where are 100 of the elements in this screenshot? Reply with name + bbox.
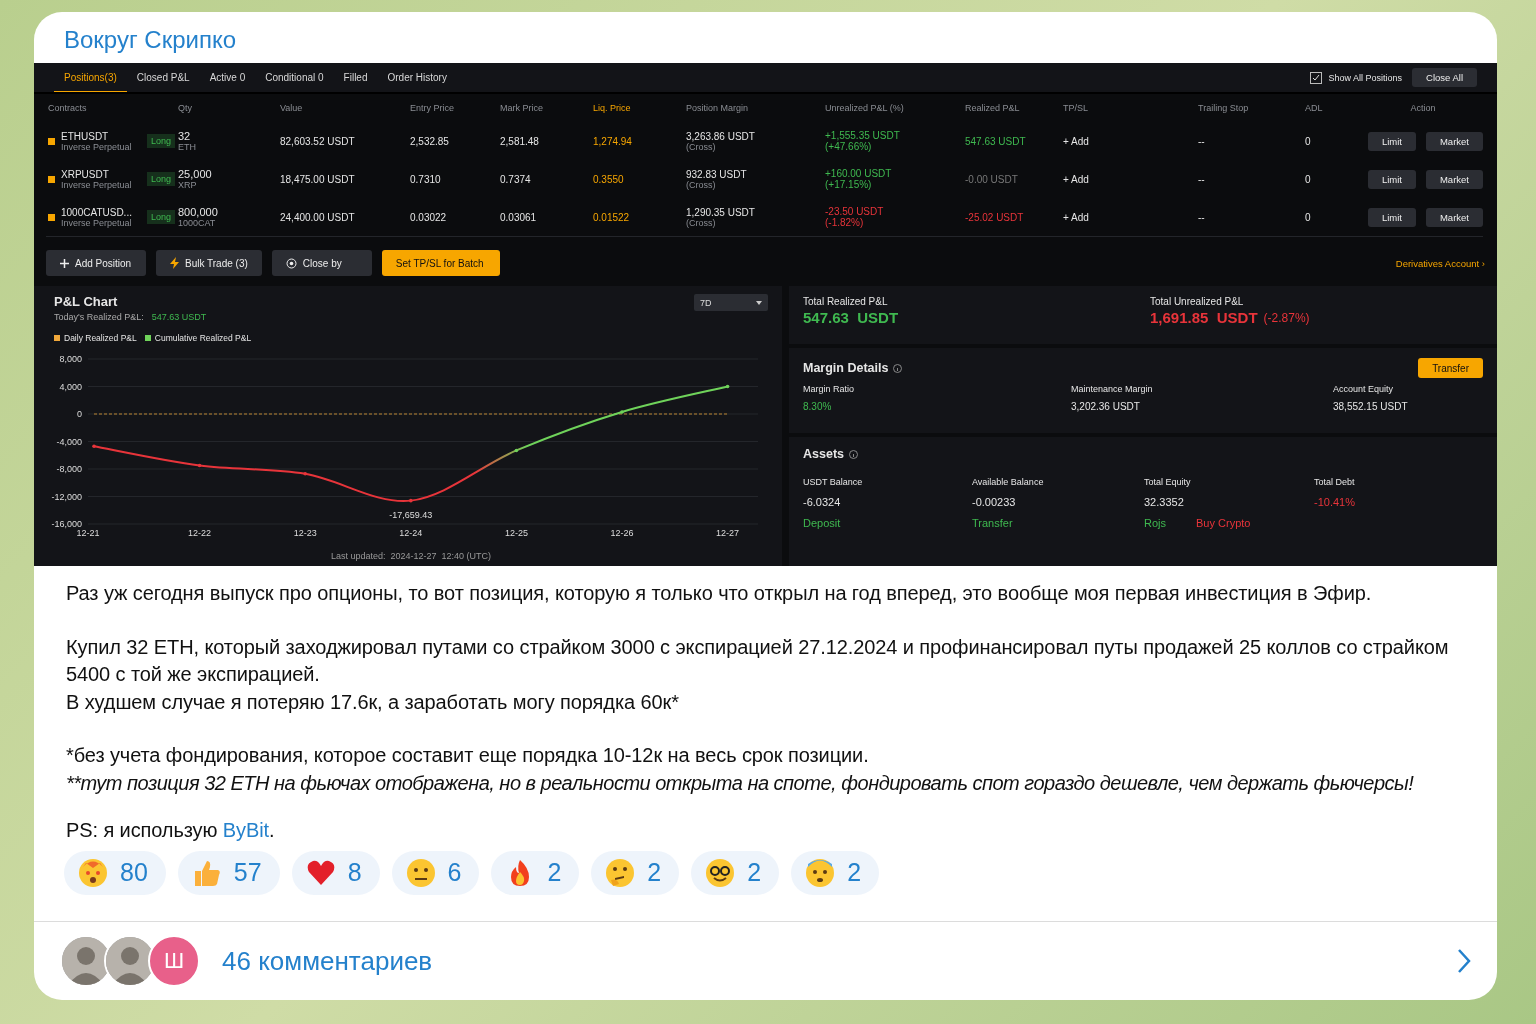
axis-tick-label: 12-23 — [293, 528, 317, 538]
glasses-face-emoji-icon — [705, 857, 736, 888]
order-button[interactable]: Limit — [1367, 169, 1416, 189]
checkbox[interactable] — [1310, 71, 1323, 84]
add-link[interactable]: + Add — [1063, 135, 1196, 147]
tab[interactable]: Positions(3) — [54, 63, 127, 92]
today-pnl-value: 547.63 USDT — [151, 312, 207, 322]
field-label: Account Equity — [1333, 384, 1395, 394]
field-label: Available Balance — [972, 477, 1045, 487]
table-cell-text: -- — [1198, 211, 1206, 223]
legend-label: Daily Realized P&L — [64, 333, 137, 343]
order-button[interactable]: Market — [1425, 131, 1483, 151]
contract-type: Inverse Perpetual — [61, 217, 133, 228]
close-all-button[interactable]: Close All — [1412, 68, 1477, 87]
contract-type: Inverse Perpetual — [61, 179, 133, 190]
field-value: 3,202.36 USDT — [1071, 401, 1141, 412]
toolbar-button[interactable]: Close by — [271, 250, 372, 276]
column-header: Realized P&L — [965, 103, 1020, 113]
bybit-link[interactable]: ByBit — [222, 819, 270, 841]
field-value: -0.00233 — [972, 496, 1016, 508]
field-value: 32.3352 — [1144, 496, 1184, 508]
table-cell-text: 800,000 — [178, 206, 219, 218]
chevron-right-icon[interactable] — [1457, 948, 1471, 974]
reaction-button[interactable]: 8 — [291, 850, 380, 895]
action-link[interactable]: Buy Crypto — [1196, 517, 1251, 529]
comments-link[interactable]: 46 комментариев — [222, 945, 433, 977]
order-button[interactable]: Market — [1425, 207, 1483, 227]
total-change: (-2.87%) — [1263, 310, 1310, 325]
action-link[interactable]: Rojs — [1144, 517, 1166, 529]
section-title: Assets — [803, 447, 844, 461]
table-cell-text: 0.03061 — [500, 211, 538, 223]
table-cell-text: +160.00 USDT — [825, 168, 893, 179]
column-header: Mark Price — [500, 103, 543, 113]
tab[interactable]: Order History — [377, 63, 457, 92]
anxious-face-emoji-icon — [805, 857, 836, 888]
reaction-button[interactable]: 2 — [591, 850, 680, 895]
caret-icon — [756, 300, 762, 305]
column-header: ADL — [1305, 103, 1323, 113]
side-tag: Long — [147, 210, 176, 224]
reaction-button[interactable]: 80 — [64, 850, 166, 895]
table-cell-text: 2,532.85 — [410, 135, 450, 147]
toolbar-button[interactable]: Set TP/SL for Batch — [381, 250, 500, 276]
order-button[interactable]: Limit — [1367, 207, 1416, 227]
column-header: Action — [1410, 103, 1436, 113]
contract-name: ETHUSDT — [61, 130, 110, 142]
period-dropdown[interactable]: 7D — [694, 294, 768, 311]
axis-tick-label: -16,000 — [51, 519, 82, 529]
bullet-icon — [48, 137, 55, 145]
reaction-button[interactable]: 57 — [177, 850, 280, 895]
table-cell-text: 82,603.52 USDT — [280, 135, 356, 147]
field-value: -6.0324 — [803, 496, 841, 508]
action-link[interactable]: Transfer — [972, 517, 1013, 529]
tab[interactable]: Active 0 — [199, 63, 256, 92]
axis-tick-label: 12-25 — [504, 528, 528, 538]
table-cell-text: 32 — [178, 130, 192, 142]
total-value: 1,691.85 USDT — [1150, 309, 1258, 326]
order-button[interactable]: Market — [1425, 169, 1483, 189]
toolbar-button[interactable]: Bulk Trade (3) — [156, 250, 262, 276]
axis-tick-label: -4,000 — [56, 436, 82, 447]
add-link[interactable]: + Add — [1063, 211, 1196, 223]
column-header: Trailing Stop — [1198, 103, 1249, 113]
reaction-button[interactable]: 6 — [391, 850, 480, 895]
tab[interactable]: Filled — [333, 63, 378, 92]
data-label: -17,659.43 — [389, 509, 433, 520]
table-cell-text: 1,290.35 USDT — [686, 206, 756, 218]
table-cell-text: (+47.66%) — [825, 141, 873, 152]
column-header: Value — [280, 103, 303, 113]
field-value: -10.41% — [1314, 496, 1355, 508]
derivatives-account-link[interactable]: Derivatives Account › — [1395, 257, 1485, 269]
tab[interactable]: Conditional 0 — [255, 63, 334, 92]
add-link[interactable]: + Add — [1063, 173, 1196, 185]
reaction-button[interactable]: 2 — [791, 850, 880, 895]
reaction-button[interactable]: 2 — [491, 850, 580, 895]
table-cell-text: 1,274.94 — [593, 135, 633, 147]
column-header: Qty — [178, 103, 192, 113]
transfer-button[interactable]: Transfer — [1418, 358, 1483, 378]
total-label: Total Unrealized P&L — [1150, 296, 1245, 307]
side-tag: Long — [147, 134, 176, 148]
table-cell-text: 0.7374 — [500, 173, 532, 185]
table-cell-text: -- — [1198, 135, 1206, 147]
section-title: Margin Details — [803, 361, 889, 375]
axis-tick-label: 12-27 — [716, 528, 740, 538]
checkmark-icon — [1312, 73, 1321, 82]
table-cell-text: -25.02 USDT — [965, 211, 1025, 223]
avatar: Ш — [148, 935, 200, 987]
data-point — [92, 444, 96, 449]
action-link[interactable]: Deposit — [803, 517, 841, 529]
reaction-button[interactable]: 2 — [691, 850, 780, 895]
field-value: 8.30% — [803, 401, 833, 412]
toolbar-button[interactable]: Add Position — [46, 250, 146, 276]
column-header: Unrealized P&L (%) — [825, 103, 904, 113]
field-label: USDT Balance — [803, 477, 864, 487]
table-cell-text: 3,263.86 USDT — [686, 130, 756, 142]
order-button[interactable]: Limit — [1367, 131, 1416, 151]
table-cell-text: 18,475.00 USDT — [280, 173, 356, 185]
tab[interactable]: Closed P&L — [126, 63, 200, 92]
table-cell-text: ETH — [178, 142, 197, 152]
axis-tick-label: -12,000 — [51, 491, 82, 502]
column-header: TP/SL — [1063, 103, 1088, 113]
table-cell-text: 24,400.00 USDT — [280, 211, 356, 223]
